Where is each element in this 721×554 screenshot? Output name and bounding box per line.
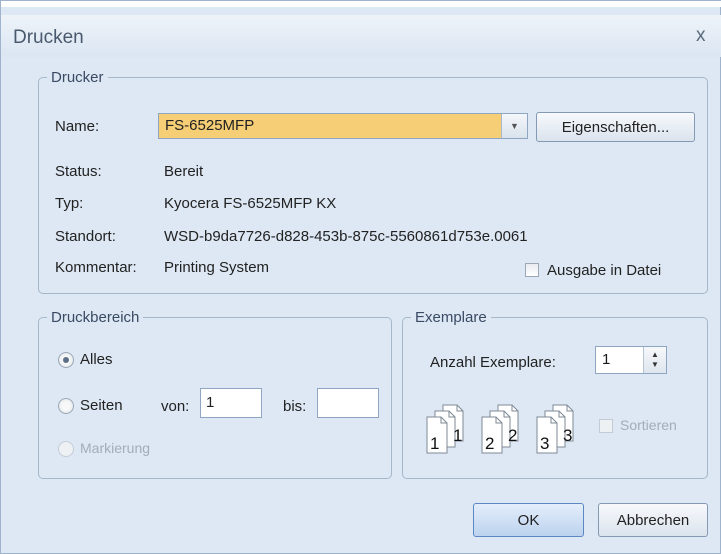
print-to-file-checkbox[interactable]	[525, 263, 539, 277]
copies-count-spinner[interactable]: 1 ▲ ▼	[595, 346, 667, 374]
to-label: bis:	[283, 398, 307, 415]
collate-checkbox[interactable]	[599, 419, 613, 433]
location-value: WSD-b9da7726-d828-453b-875c-5560861d753e…	[164, 228, 528, 245]
status-value: Bereit	[164, 163, 204, 180]
spinner-arrows-icon[interactable]: ▲ ▼	[643, 347, 666, 373]
ok-button[interactable]: OK	[473, 503, 584, 537]
all-radio[interactable]	[58, 352, 74, 368]
title-bar	[1, 15, 721, 57]
properties-button[interactable]: Eigenschaften...	[536, 112, 695, 142]
page-number: 1	[430, 434, 439, 453]
pages-label[interactable]: Seiten	[80, 397, 123, 414]
from-page-input[interactable]: 1	[200, 388, 262, 418]
selection-label: Markierung	[80, 440, 151, 456]
page-stack-3: 3 3	[536, 404, 574, 454]
page-stack-1: 1 1	[426, 404, 464, 454]
top-strip	[1, 1, 721, 7]
copies-count-value: 1	[602, 351, 611, 368]
to-page-input[interactable]	[317, 388, 379, 418]
printer-name-value: FS-6525MFP	[165, 117, 255, 134]
from-label: von:	[161, 398, 190, 415]
location-label: Standort:	[55, 228, 116, 245]
page-number: 1	[453, 426, 462, 445]
name-label: Name:	[55, 118, 100, 135]
cancel-button[interactable]: Abbrechen	[598, 503, 708, 537]
close-icon[interactable]: x	[696, 25, 706, 47]
chevron-down-icon[interactable]: ▼	[501, 114, 527, 138]
print-dialog: Drucken x Drucker Name: FS-6525MFP ▼ Eig…	[0, 0, 721, 554]
collate-pages-icon: 1 1 2 2 3 3	[426, 404, 574, 454]
collate-label: Sortieren	[620, 417, 677, 433]
page-number: 2	[485, 434, 494, 453]
page-stack-2: 2 2	[481, 404, 519, 454]
selection-radio[interactable]	[58, 441, 74, 457]
print-to-file-label[interactable]: Ausgabe in Datei	[547, 262, 661, 279]
type-label: Typ:	[55, 195, 84, 212]
printer-group: Drucker	[38, 69, 708, 294]
page-number: 2	[508, 426, 517, 445]
printer-name-combo[interactable]: FS-6525MFP ▼	[158, 113, 528, 139]
all-label[interactable]: Alles	[80, 351, 113, 368]
comment-label: Kommentar:	[55, 259, 137, 276]
type-value: Kyocera FS-6525MFP KX	[164, 195, 337, 212]
print-range-group-legend: Druckbereich	[51, 309, 140, 326]
comment-value: Printing System	[164, 259, 270, 276]
pages-radio[interactable]	[58, 398, 74, 414]
status-label: Status:	[55, 163, 102, 180]
page-number: 3	[540, 434, 549, 453]
dialog-title: Drucken	[13, 27, 84, 48]
copies-group-legend: Exemplare	[415, 309, 487, 326]
printer-group-legend: Drucker	[51, 69, 104, 86]
page-number: 3	[563, 426, 572, 445]
copies-count-label: Anzahl Exemplare:	[430, 354, 556, 371]
